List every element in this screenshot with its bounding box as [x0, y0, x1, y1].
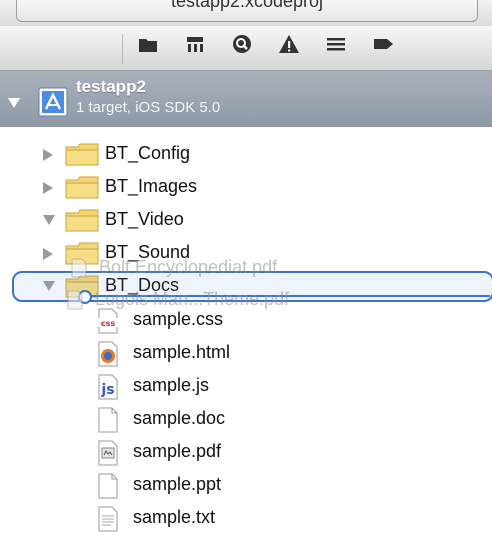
symbol-navigator-tab[interactable]	[175, 32, 215, 64]
file-row-sample-html[interactable]: sample.html	[0, 337, 492, 369]
file-row-sample-doc[interactable]: sample.doc	[0, 403, 492, 435]
disclosure-triangle-collapsed-icon[interactable]	[42, 181, 54, 195]
drag-ghost-item: Bolt Encyclopediat.pdf	[70, 257, 277, 278]
doc-file-icon	[98, 407, 118, 433]
window-title: testapp2.xcodeproj	[170, 0, 324, 11]
folder-icon	[65, 143, 99, 166]
drag-ghost-label: Bolt Encyclopediat.pdf	[99, 257, 278, 277]
folder-row-bt-config[interactable]: BT_Config	[0, 138, 492, 170]
folder-label: BT_Images	[105, 176, 198, 196]
document-tab[interactable]: testapp2.xcodeproj	[16, 0, 478, 22]
file-label: sample.css	[133, 309, 224, 329]
file-row-sample-txt[interactable]: sample.txt	[0, 502, 492, 534]
search-navigator-tab[interactable]	[222, 32, 262, 64]
drag-ghost-item: Lugois Man...Theme.pdf	[66, 289, 289, 310]
disclosure-triangle-collapsed-icon[interactable]	[42, 148, 54, 162]
project-navigator-tree: testapp2 1 target, iOS SDK 5.0 BT_Config…	[0, 71, 492, 541]
breakpoint-navigator-tab[interactable]	[363, 32, 403, 64]
file-label: sample.ppt	[133, 474, 222, 494]
pdf-file-icon	[67, 290, 83, 310]
issue-navigator-tab[interactable]	[269, 32, 309, 64]
navbar-divider	[122, 34, 123, 64]
folder-label: BT_Config	[105, 143, 191, 163]
file-label: sample.doc	[133, 408, 226, 428]
file-row-sample-js[interactable]: js sample.js	[0, 370, 492, 402]
folder-row-bt-video[interactable]: BT_Video	[0, 204, 492, 236]
file-row-sample-pdf[interactable]: sample.pdf	[0, 436, 492, 468]
svg-text:css: css	[101, 319, 116, 328]
file-label: sample.html	[133, 342, 231, 362]
project-subtitle: 1 target, iOS SDK 5.0	[76, 99, 221, 116]
xcode-project-icon	[38, 87, 68, 117]
ppt-file-icon	[98, 473, 118, 499]
project-row[interactable]: testapp2 1 target, iOS SDK 5.0	[0, 71, 492, 127]
folder-row-bt-images[interactable]: BT_Images	[0, 171, 492, 203]
breakpoint-icon	[374, 39, 393, 49]
txt-file-icon	[98, 506, 118, 532]
hierarchy-icon	[187, 37, 203, 52]
file-row-sample-ppt[interactable]: sample.ppt	[0, 469, 492, 501]
svg-text:js: js	[100, 382, 114, 398]
disclosure-triangle-expanded-icon[interactable]	[42, 214, 56, 226]
disclosure-triangle-expanded-icon[interactable]	[7, 97, 21, 109]
search-icon	[233, 35, 251, 53]
pdf-file-icon	[71, 258, 87, 278]
folder-icon	[139, 39, 157, 52]
js-file-icon: js	[98, 374, 118, 400]
folder-icon	[65, 209, 99, 232]
file-label: sample.js	[133, 375, 210, 395]
window-titlebar: testapp2.xcodeproj	[0, 0, 492, 27]
folder-label: BT_Video	[105, 209, 184, 229]
project-navigator-tab[interactable]	[128, 32, 168, 64]
folder-icon	[65, 176, 99, 199]
pdf-file-icon	[98, 440, 118, 466]
css-file-icon: css	[97, 308, 119, 334]
log-navigator-tab[interactable]	[316, 32, 356, 64]
html-file-icon	[98, 341, 118, 367]
project-name: testapp2	[76, 77, 146, 96]
navigator-selector-bar	[0, 26, 492, 71]
disclosure-triangle-collapsed-icon[interactable]	[42, 247, 54, 261]
list-icon	[327, 38, 345, 51]
file-label: sample.pdf	[133, 441, 222, 461]
file-label: sample.txt	[133, 507, 216, 527]
drag-ghost-label: Lugois Man...Theme.pdf	[95, 289, 290, 309]
warning-icon	[279, 35, 299, 53]
